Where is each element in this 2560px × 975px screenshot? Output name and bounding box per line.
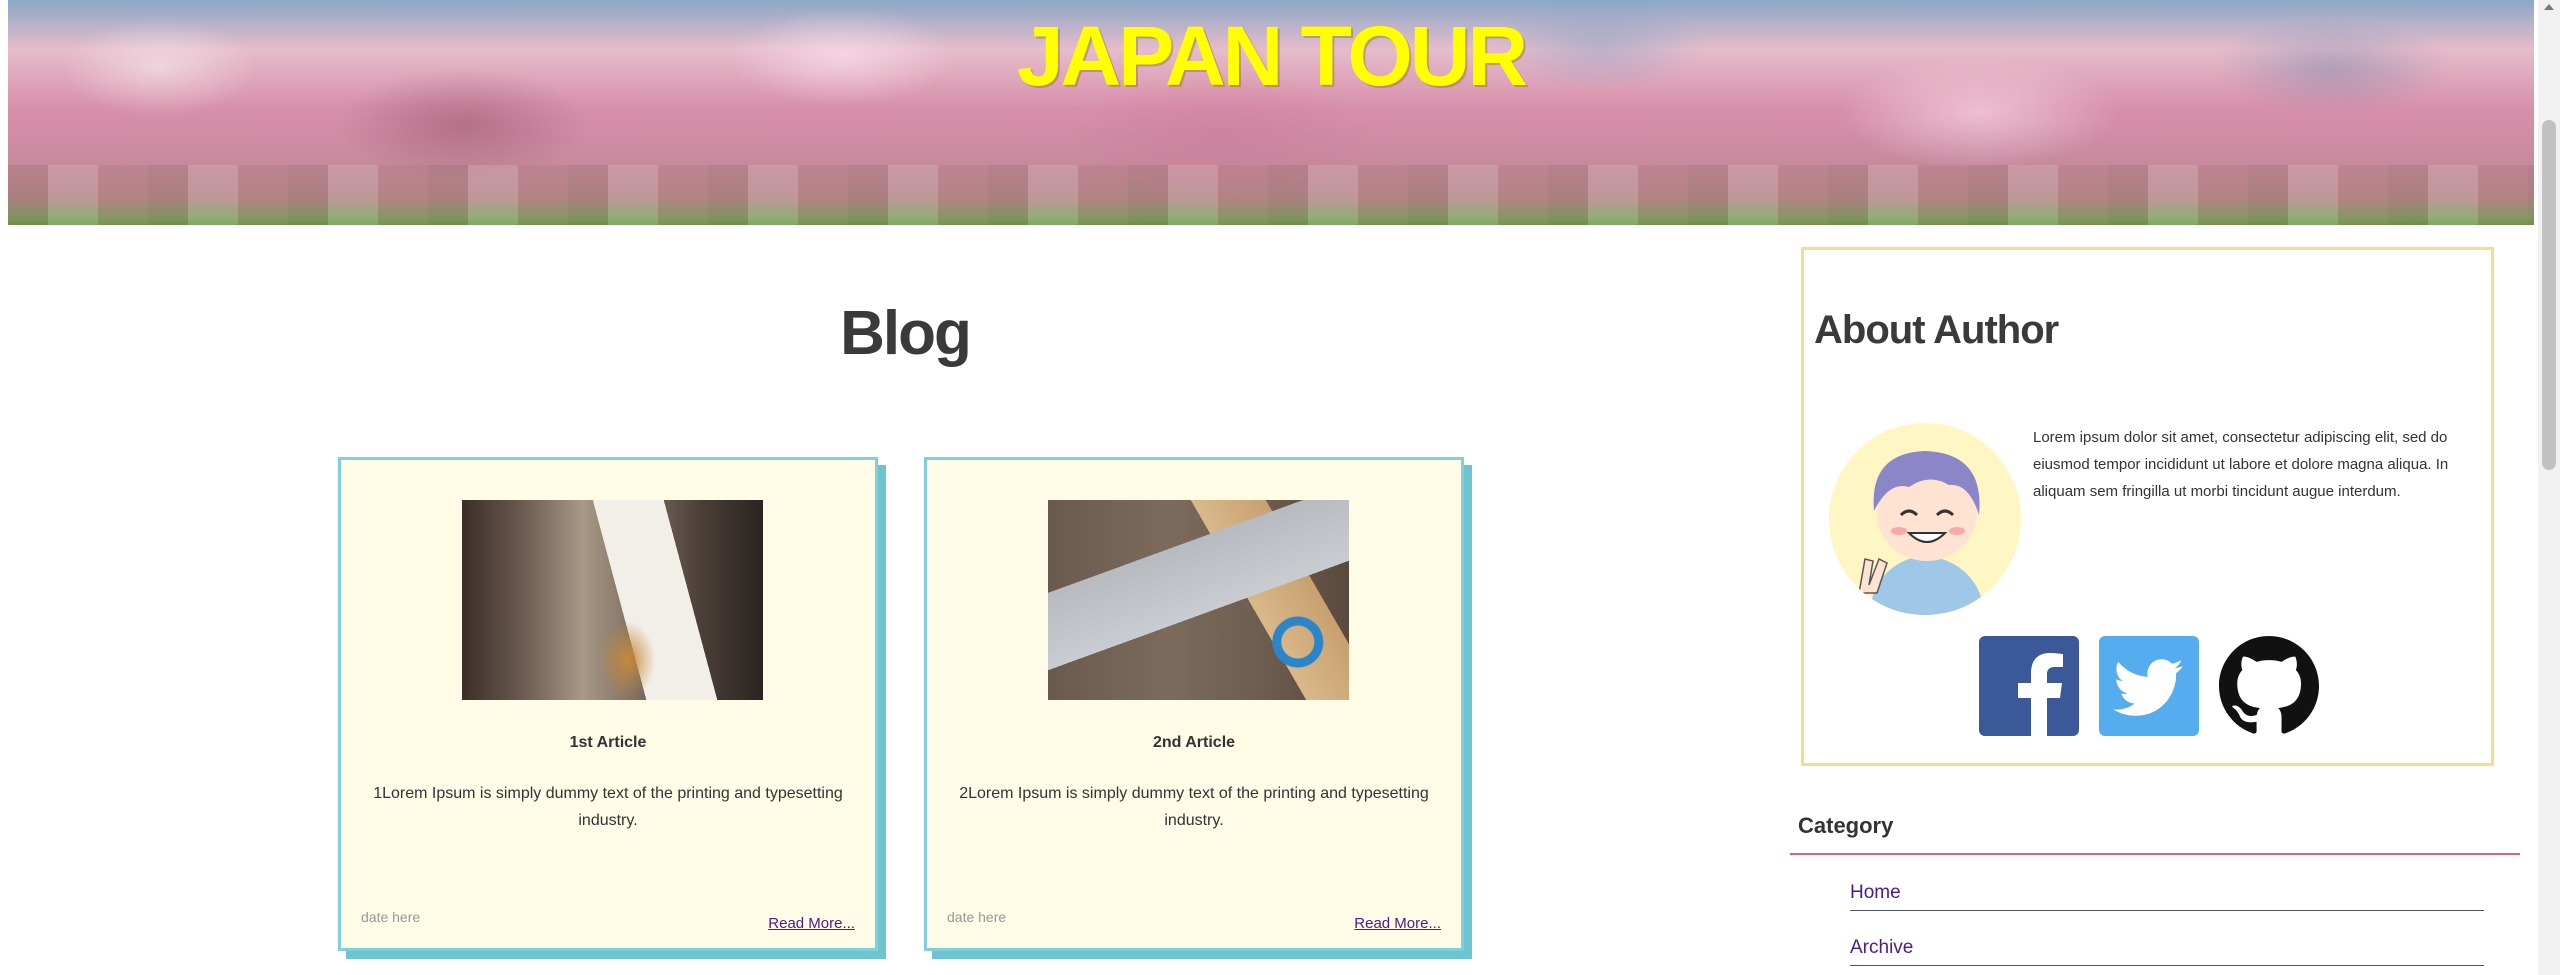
category-heading: Category xyxy=(1798,813,1894,838)
twitter-icon[interactable] xyxy=(2099,636,2199,736)
about-author-heading: About Author xyxy=(1814,308,2059,352)
github-icon[interactable] xyxy=(2219,636,2319,736)
article-date: date here xyxy=(947,909,1007,925)
author-avatar xyxy=(1829,423,2021,615)
article-date: date here xyxy=(361,909,421,925)
category-link-home[interactable]: Home xyxy=(1850,882,2484,911)
scroll-up-arrow-icon[interactable] xyxy=(2544,4,2554,10)
article-image xyxy=(462,500,763,700)
scrollbar-thumb[interactable] xyxy=(2542,120,2556,470)
article-card: 2nd Article 2Lorem Ipsum is simply dummy… xyxy=(924,457,1464,951)
article-image xyxy=(1048,500,1349,700)
about-author-box: About Author Lorem ipsum dolor sit amet,… xyxy=(1801,247,2494,766)
article-excerpt: 2Lorem Ipsum is simply dummy text of the… xyxy=(959,785,1429,829)
article-title: 1st Article xyxy=(569,734,647,751)
facebook-icon[interactable] xyxy=(1979,636,2079,736)
article-card: 1st Article 1Lorem Ipsum is simply dummy… xyxy=(338,457,878,951)
read-more-link[interactable]: Read More... xyxy=(1354,915,1441,932)
site-title: JAPAN TOUR xyxy=(1016,9,1528,103)
about-author-text: Lorem ipsum dolor sit amet, consectetur … xyxy=(2033,429,2449,500)
page-scrollbar[interactable] xyxy=(2538,0,2560,975)
hero-banner: JAPAN TOUR xyxy=(8,0,2534,225)
blog-heading: Blog xyxy=(840,299,972,368)
category-link-archive[interactable]: Archive xyxy=(1850,937,2484,966)
category-divider xyxy=(1790,853,2520,855)
read-more-link[interactable]: Read More... xyxy=(768,915,855,932)
article-title: 2nd Article xyxy=(1152,734,1236,751)
article-excerpt: 1Lorem Ipsum is simply dummy text of the… xyxy=(373,785,843,829)
